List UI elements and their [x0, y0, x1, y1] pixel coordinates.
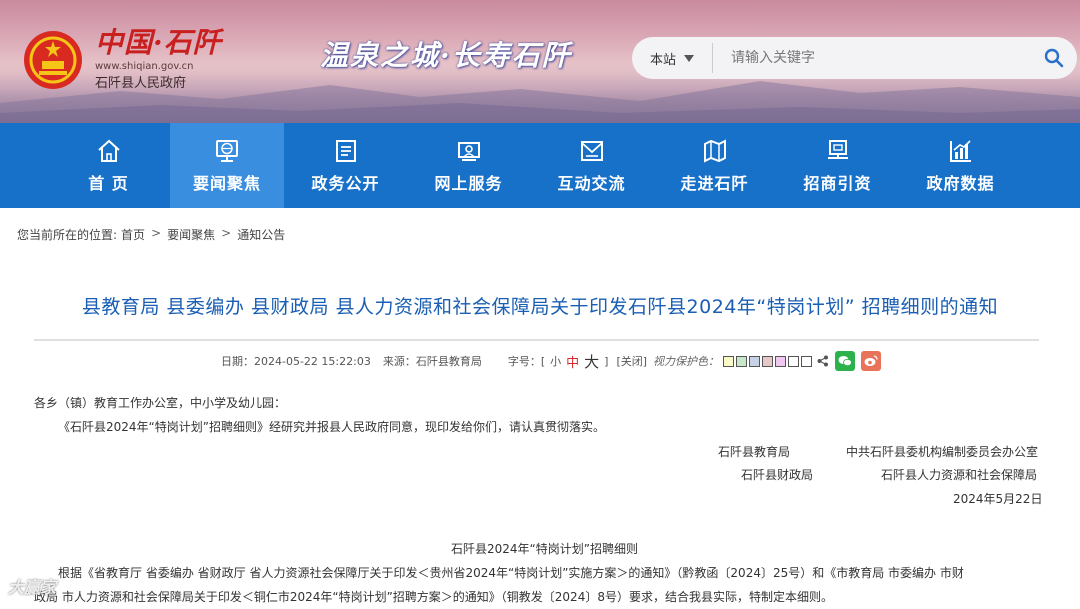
vision-color-swatch[interactable]: [723, 355, 735, 367]
breadcrumb-prefix: 您当前所在的位置:: [17, 228, 118, 242]
share-icon[interactable]: [817, 355, 829, 367]
publish-date: 日期：2024-05-22 15:22:03: [221, 355, 371, 368]
nav-label: 招商引资: [803, 173, 872, 193]
nav-item-gov-data[interactable]: 政府数据: [899, 123, 1022, 208]
chevron-down-icon: [684, 54, 694, 62]
close-page-button[interactable]: [关闭]: [616, 353, 647, 369]
wechat-share-button[interactable]: [835, 351, 856, 371]
site-logo[interactable]: 中国·石阡 www.shiqian.gov.cn 石阡县人民政府: [95, 27, 222, 92]
nav-item-about-shiqian[interactable]: 走进石阡: [653, 123, 776, 208]
search-button[interactable]: [1031, 37, 1077, 79]
vision-color-swatch[interactable]: [775, 355, 787, 367]
nav-item-home[interactable]: 首 页: [47, 123, 170, 208]
nav-label: 首 页: [88, 173, 129, 193]
vision-color-swatch[interactable]: [736, 355, 748, 367]
weibo-share-button[interactable]: [861, 351, 882, 371]
font-size-controls: 字号：[ 小 中 大 ]: [508, 351, 609, 372]
title-divider: [34, 339, 1039, 341]
body-paragraph: 《石阡县2024年“特岗计划”招聘细则》经研究并报县人民政府同意，现印发给你们，…: [58, 420, 605, 434]
nav-label: 政府数据: [926, 173, 995, 193]
breadcrumb-separator: >: [221, 226, 232, 240]
logo-url: www.shiqian.gov.cn: [95, 61, 194, 72]
nav-label: 网上服务: [434, 173, 503, 193]
search-scope-select[interactable]: 本站: [632, 37, 712, 79]
nav-label: 走进石阡: [680, 173, 749, 193]
service-screen-icon: [457, 141, 480, 161]
nav-item-interaction[interactable]: 互动交流: [530, 123, 653, 208]
nav-item-gov-affairs[interactable]: 政务公开: [284, 123, 407, 208]
font-size-bracket: ]: [604, 354, 609, 368]
search-scope-label: 本站: [649, 52, 676, 68]
nav-label: 互动交流: [557, 173, 626, 193]
article-title: 县教育局 县委编办 县财政局 县人力资源和社会保障局关于印发石阡县2024年“特…: [81, 296, 999, 318]
bar-chart-icon: [949, 139, 971, 162]
font-size-small-button[interactable]: 小: [550, 353, 561, 369]
national-emblem-icon: [24, 31, 82, 89]
weibo-icon: [864, 355, 878, 366]
font-size-label: 字号：[: [507, 355, 546, 368]
signature-org: 石阡县人力资源和社会保障局: [881, 468, 1038, 482]
body-paragraph: 政局 市人力资源和社会保障局关于印发＜铜仁市2024年“特岗计划”招聘方案＞的通…: [34, 590, 833, 604]
vision-color-swatch[interactable]: [749, 355, 761, 367]
article-meta: 日期：2024-05-22 15:22:03 来源：石阡县教育局 字号：[ 小 …: [221, 351, 882, 372]
mail-icon: [580, 140, 603, 161]
breadcrumb-separator: >: [151, 226, 162, 240]
signature-org: 石阡县财政局: [741, 468, 814, 482]
article-source: 来源：石阡县教育局: [382, 355, 482, 368]
breadcrumb-link-news[interactable]: 要闻聚焦: [167, 226, 215, 243]
slogan: 温泉之城·长寿石阡: [320, 39, 572, 72]
vision-color-swatch[interactable]: [801, 355, 813, 367]
salutation: 各乡（镇）教育工作办公室，中小学及幼儿园：: [34, 396, 287, 410]
vision-color-swatch[interactable]: [762, 355, 774, 367]
search-input[interactable]: [713, 37, 1031, 79]
signature-date: 2024年5月22日: [953, 492, 1043, 506]
vision-color-swatch[interactable]: [788, 355, 800, 367]
nav-item-news[interactable]: 要闻聚焦: [170, 123, 284, 208]
search-bar: 本站: [632, 37, 1077, 79]
nav-label: 政务公开: [311, 173, 380, 193]
logo-text: 中国·石阡: [95, 26, 222, 59]
breadcrumb-link-home[interactable]: 首页: [121, 226, 145, 243]
nav-item-investment[interactable]: 招商引资: [776, 123, 899, 208]
breadcrumb-link-notices[interactable]: 通知公告: [237, 226, 285, 243]
gov-name: 石阡县人民政府: [95, 76, 187, 91]
body-paragraph: 根据《省教育厅 省委编办 省财政厅 省人力资源社会保障厅关于印发＜贵州省2024…: [58, 566, 964, 580]
font-size-large-button[interactable]: 大: [584, 351, 599, 372]
vision-color-label: 视力保护色：: [653, 355, 720, 368]
document-list-icon: [335, 139, 356, 162]
map-icon: [703, 138, 726, 163]
breadcrumb: 您当前所在的位置: 首页 > 要闻聚焦 > 通知公告: [17, 226, 285, 243]
globe-monitor-icon: [216, 139, 238, 162]
signature-org: 中共石阡县委机构编制委员会办公室: [846, 445, 1039, 459]
watermark: 大赢家: [8, 578, 57, 597]
search-icon: [1044, 48, 1064, 68]
presentation-icon: [827, 139, 848, 159]
home-icon: [97, 139, 120, 162]
header-banner: 中国·石阡 www.shiqian.gov.cn 石阡县人民政府 温泉之城·长寿…: [0, 0, 1080, 123]
attachment-title: 石阡县2024年“特岗计划”招聘细则: [451, 542, 638, 556]
font-size-medium-button[interactable]: 中: [566, 352, 579, 371]
nav-label: 要闻聚焦: [192, 173, 261, 193]
main-nav: 首 页 要闻聚焦 政务公开 网上服务 互动交流 走进石阡 招商引资 政府数据: [0, 123, 1080, 208]
signature-org: 石阡县教育局: [718, 445, 791, 459]
wechat-icon: [838, 356, 852, 367]
nav-item-online-service[interactable]: 网上服务: [407, 123, 530, 208]
